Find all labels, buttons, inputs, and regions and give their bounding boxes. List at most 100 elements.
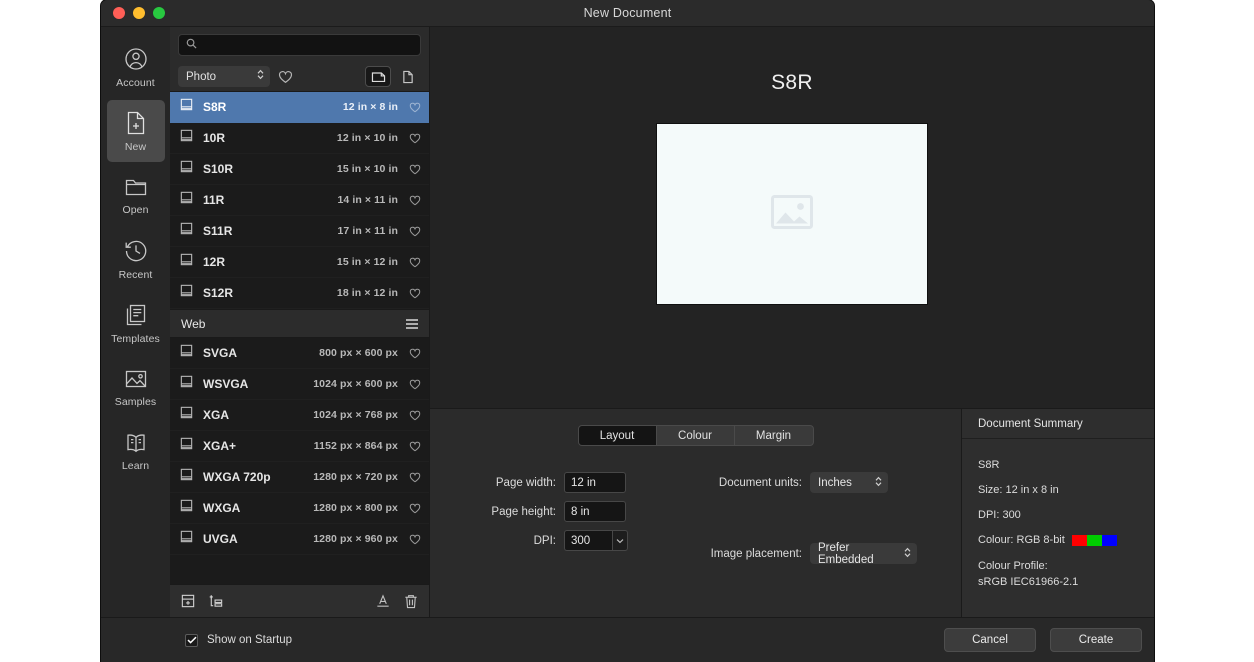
chevron-down-icon[interactable] [612, 530, 628, 551]
sidebar-item-account[interactable]: Account [107, 36, 165, 98]
search-input[interactable] [203, 39, 413, 51]
card-view-icon[interactable] [365, 66, 391, 87]
preset-row[interactable]: S11R 17 in × 11 in [170, 216, 429, 247]
preset-name: 12R [203, 255, 226, 269]
view-toggle-group [365, 66, 421, 87]
preset-row[interactable]: S8R 12 in × 8 in [170, 92, 429, 123]
sidebar-item-templates[interactable]: Templates [107, 292, 165, 354]
preset-thumb-icon [179, 252, 194, 272]
cancel-button[interactable]: Cancel [944, 628, 1036, 652]
favourites-filter-icon[interactable] [278, 70, 293, 84]
search-box[interactable] [178, 34, 421, 56]
sidebar-item-samples[interactable]: Samples [107, 356, 165, 418]
page-view-icon[interactable] [395, 66, 421, 87]
section-title: Web [181, 316, 206, 331]
preset-thumb-icon [179, 190, 194, 210]
preset-row[interactable]: S12R 18 in × 12 in [170, 278, 429, 309]
category-select[interactable]: Photo [178, 66, 270, 87]
close-icon[interactable] [113, 7, 125, 19]
image-placement-select[interactable]: Prefer Embedded [810, 542, 917, 566]
favourite-icon[interactable] [407, 133, 421, 144]
preset-row[interactable]: S10R 15 in × 10 in [170, 154, 429, 185]
preset-row[interactable]: 12R 15 in × 12 in [170, 247, 429, 278]
preset-dimensions: 15 in × 12 in [336, 256, 398, 268]
hamburger-icon[interactable] [405, 318, 419, 330]
preset-name: S8R [203, 100, 227, 114]
favourite-icon[interactable] [407, 503, 421, 514]
delete-icon[interactable] [403, 593, 419, 610]
favourite-icon[interactable] [407, 441, 421, 452]
checkbox-box[interactable] [185, 633, 198, 647]
preset-name: 11R [203, 193, 225, 207]
preset-thumb-icon [179, 221, 194, 241]
dpi-label: DPI: [533, 534, 556, 547]
preset-dimensions: 18 in × 12 in [336, 287, 398, 299]
preset-row[interactable]: 11R 14 in × 11 in [170, 185, 429, 216]
preset-dimensions: 1024 px × 768 px [313, 409, 398, 421]
favourite-icon[interactable] [407, 348, 421, 359]
sidebar-item-recent[interactable]: Recent [107, 228, 165, 290]
preset-row[interactable]: UVGA 1280 px × 960 px [170, 524, 429, 555]
favourite-icon[interactable] [407, 379, 421, 390]
summary-colour-profile-label: Colour Profile: [978, 560, 1048, 572]
add-preset-icon[interactable] [180, 593, 196, 609]
preset-row[interactable]: XGA 1024 px × 768 px [170, 400, 429, 431]
page-width-input[interactable]: 12 in [564, 472, 626, 493]
preset-dimensions: 1024 px × 600 px [313, 378, 398, 390]
preset-row[interactable]: WXGA 1280 px × 800 px [170, 493, 429, 524]
swatch-red [1071, 534, 1087, 546]
preset-name: WXGA [203, 501, 241, 515]
favourite-icon[interactable] [407, 534, 421, 545]
page-height-input[interactable]: 8 in [564, 501, 626, 522]
preset-row[interactable]: WSVGA 1024 px × 600 px [170, 369, 429, 400]
preset-thumb-icon [179, 498, 194, 518]
search-area [170, 27, 429, 62]
preset-dimensions: 14 in × 11 in [337, 194, 398, 206]
dpi-input[interactable]: 300 [564, 530, 612, 551]
favourite-icon[interactable] [407, 195, 421, 206]
preset-name: SVGA [203, 346, 238, 360]
preset-list[interactable]: S8R 12 in × 8 in 10R 12 in × 10 in S10R … [170, 92, 429, 584]
add-category-icon[interactable] [208, 593, 224, 609]
favourite-icon[interactable] [407, 410, 421, 421]
favourite-icon[interactable] [407, 226, 421, 237]
preset-row[interactable]: 10R 12 in × 10 in [170, 123, 429, 154]
traffic-lights [113, 7, 165, 19]
create-button[interactable]: Create [1050, 628, 1142, 652]
favourite-icon[interactable] [407, 257, 421, 268]
chevron-updown-icon [874, 475, 883, 491]
page-height-label: Page height: [491, 505, 556, 518]
tab-layout[interactable]: Layout [578, 426, 657, 445]
preset-row[interactable]: WXGA 720p 1280 px × 720 px [170, 462, 429, 493]
maximize-icon[interactable] [153, 7, 165, 19]
sidebar-item-label: Account [116, 76, 155, 89]
tab-margin[interactable]: Margin [735, 426, 813, 445]
favourite-icon[interactable] [407, 472, 421, 483]
minimize-icon[interactable] [133, 7, 145, 19]
account-icon [123, 46, 149, 72]
tab-colour[interactable]: Colour [657, 426, 735, 445]
sidebar-item-learn[interactable]: Learn [107, 420, 165, 482]
preset-dimensions: 1280 px × 960 px [313, 533, 398, 545]
preset-name: UVGA [203, 532, 238, 546]
page-width-label: Page width: [495, 476, 556, 489]
rename-icon[interactable] [375, 593, 391, 609]
preset-thumb-icon [179, 405, 194, 425]
favourite-icon[interactable] [407, 288, 421, 299]
preset-row[interactable]: XGA+ 1152 px × 864 px [170, 431, 429, 462]
preset-row[interactable]: SVGA 800 px × 600 px [170, 338, 429, 369]
sidebar-item-open[interactable]: Open [107, 164, 165, 226]
preview-title: S8R [771, 71, 813, 94]
favourite-icon[interactable] [407, 102, 421, 113]
sidebar-item-new[interactable]: New [106, 100, 165, 162]
preset-dimensions: 12 in × 8 in [342, 101, 398, 113]
image-placeholder-icon [771, 194, 813, 234]
chevron-updown-icon [256, 68, 265, 86]
document-summary-panel: Document Summary S8R Size: 12 in x 8 in … [961, 409, 1154, 617]
show-on-startup-checkbox[interactable]: Show on Startup [185, 633, 292, 647]
favourite-icon[interactable] [407, 164, 421, 175]
preset-section-header[interactable]: Web [170, 309, 429, 338]
document-units-select[interactable]: Inches [810, 472, 888, 493]
layout-form: Page width: 12 in Page height: 8 in DPI: [430, 472, 961, 566]
chevron-updown-icon [903, 546, 912, 562]
